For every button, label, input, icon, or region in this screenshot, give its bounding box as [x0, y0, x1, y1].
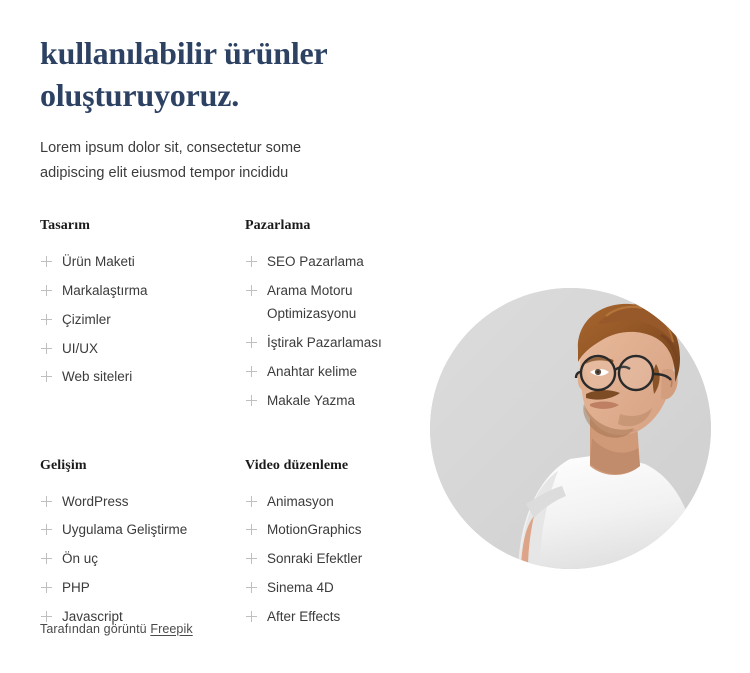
list-item[interactable]: İştirak Pazarlaması — [245, 331, 450, 354]
list-item-label: Web siteleri — [62, 369, 133, 385]
plus-icon — [245, 576, 261, 599]
page-subtitle-line-1: Lorem ipsum dolor sit, consectetur some — [40, 140, 302, 157]
list-item[interactable]: Anahtar kelime — [245, 360, 450, 383]
plus-icon — [40, 279, 56, 302]
column-heading: Gelişim — [40, 457, 87, 473]
service-list: SEO Pazarlama Arama Motoru Optimizasyonu… — [245, 250, 450, 412]
page-title-line-1: kullanılabilir ürünler — [40, 35, 328, 71]
list-item[interactable]: Markalaştırma — [40, 279, 245, 302]
list-item-label: WordPress — [62, 493, 129, 509]
plus-icon — [40, 518, 56, 541]
list-item[interactable]: Animasyon — [245, 490, 450, 513]
list-item[interactable]: Web siteleri — [40, 365, 245, 388]
plus-icon — [245, 279, 261, 302]
list-item-label: PHP — [62, 580, 90, 596]
plus-icon — [40, 308, 56, 331]
image-credit: Tarafından görüntü Freepik — [40, 622, 193, 636]
list-item[interactable]: After Effects — [245, 605, 450, 628]
page-subtitle-line-2: adipiscing elit eiusmod tempor incididu — [40, 165, 289, 182]
list-item[interactable]: Uygulama Geliştirme — [40, 518, 245, 541]
services-column-gelisim: Gelişim WordPress Uygulama Geliştirme Ön… — [40, 458, 245, 634]
service-list: Animasyon MotionGraphics Sonraki Efektle… — [245, 490, 450, 629]
list-item-label: Sonraki Efektler — [267, 551, 363, 567]
plus-icon — [245, 389, 261, 412]
plus-icon — [40, 547, 56, 570]
list-item-label: Ürün Maketi — [62, 254, 135, 269]
list-item[interactable]: Sinema 4D — [245, 576, 450, 599]
hero-section: kullanılabilir ürünler oluşturuyoruz. Lo… — [40, 32, 440, 186]
list-item-label: Anahtar kelime — [267, 363, 358, 379]
list-item-label: Animasyon — [267, 493, 334, 509]
list-item-label: MotionGraphics — [267, 522, 362, 538]
landing-page: kullanılabilir ürünler oluşturuyoruz. Lo… — [0, 0, 750, 673]
list-item-label: Uygulama Geliştirme — [62, 522, 188, 538]
freepik-link[interactable]: Freepik — [150, 622, 192, 636]
list-item-label-continued: Optimizasyonu — [267, 306, 357, 322]
list-item-label: Ön uç — [62, 551, 99, 567]
image-credit-prefix: Tarafından görüntü — [40, 622, 147, 636]
services-column-video-duzenleme: Video düzenleme Animasyon MotionGraphics… — [245, 458, 450, 634]
list-item-label: UI/UX — [62, 340, 99, 356]
services-row-top: Tasarım Ürün Maketi Markalaştırma Çiziml… — [40, 218, 420, 418]
list-item[interactable]: Ön uç — [40, 547, 245, 570]
list-item-label: After Effects — [267, 608, 341, 624]
list-item[interactable]: Çizimler — [40, 308, 245, 331]
portrait-photo — [430, 288, 711, 569]
list-item[interactable]: MotionGraphics — [245, 518, 450, 541]
column-heading: Tasarım — [40, 218, 90, 233]
plus-icon — [245, 360, 261, 383]
services-column-tasarim: Tasarım Ürün Maketi Markalaştırma Çiziml… — [40, 218, 245, 418]
plus-icon — [40, 365, 56, 388]
services-row-bottom: Gelişim WordPress Uygulama Geliştirme Ön… — [40, 458, 420, 634]
list-item[interactable]: Makale Yazma — [245, 389, 450, 412]
plus-icon — [245, 331, 261, 354]
list-item[interactable]: PHP — [40, 576, 245, 599]
plus-icon — [245, 547, 261, 570]
list-item-label-group: Arama Motoru Optimizasyonu — [267, 279, 450, 326]
plus-icon — [245, 605, 261, 628]
list-item[interactable]: Sonraki Efektler — [245, 547, 450, 570]
list-item-label: Markalaştırma — [62, 282, 148, 298]
service-list: Ürün Maketi Markalaştırma Çizimler UI/UX — [40, 250, 245, 389]
list-item[interactable]: Ürün Maketi — [40, 250, 245, 273]
list-item-label: Sinema 4D — [267, 580, 334, 596]
plus-icon — [245, 490, 261, 513]
portrait-illustration — [430, 288, 711, 569]
list-item-label: SEO Pazarlama — [267, 254, 364, 269]
plus-icon — [40, 576, 56, 599]
service-list: WordPress Uygulama Geliştirme Ön uç PHP — [40, 490, 245, 629]
list-item[interactable]: SEO Pazarlama — [245, 250, 450, 273]
page-subtitle: Lorem ipsum dolor sit, consectetur some … — [40, 116, 340, 186]
list-item-label: Makale Yazma — [267, 392, 356, 408]
list-item[interactable]: Arama Motoru Optimizasyonu — [245, 279, 450, 326]
services-column-pazarlama: Pazarlama SEO Pazarlama Arama Motoru Opt… — [245, 218, 450, 418]
plus-icon — [245, 250, 261, 273]
page-title-line-2: oluşturuyoruz. — [40, 77, 239, 114]
plus-icon — [40, 250, 56, 273]
column-heading: Video düzenleme — [245, 457, 349, 473]
list-item-label: Çizimler — [62, 311, 111, 327]
column-heading: Pazarlama — [245, 218, 311, 233]
list-item-label: Arama Motoru — [267, 282, 353, 298]
list-item-label: İştirak Pazarlaması — [267, 335, 382, 351]
page-title: kullanılabilir ürünler oluşturuyoruz. — [40, 32, 440, 116]
plus-icon — [40, 337, 56, 360]
list-item[interactable]: UI/UX — [40, 337, 245, 360]
list-item[interactable]: WordPress — [40, 490, 245, 513]
plus-icon — [40, 490, 56, 513]
plus-icon — [245, 518, 261, 541]
services-grid: Tasarım Ürün Maketi Markalaştırma Çiziml… — [40, 218, 420, 634]
